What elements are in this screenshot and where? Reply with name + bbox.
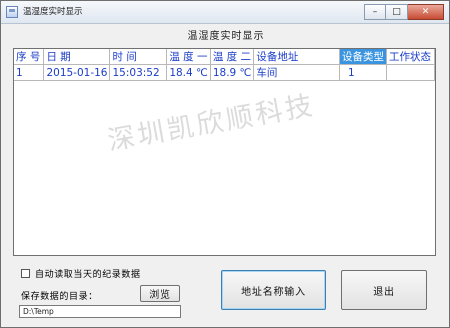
page-heading: 温湿度实时显示	[187, 31, 265, 42]
app-icon	[6, 6, 18, 18]
auto-read-option[interactable]: 自动读取当天的纪录数据	[21, 267, 141, 280]
auto-read-checkbox[interactable]	[21, 269, 30, 278]
close-button[interactable]: ✕	[408, 4, 444, 20]
cell-temp2: 18.9 ℃	[210, 64, 255, 81]
cell-device-type: 1	[339, 64, 387, 81]
auto-read-label: 自动读取当天的纪录数据	[35, 270, 141, 280]
maximize-button[interactable]: □	[386, 4, 408, 20]
title-bar[interactable]: 温湿度实时显示 – □ ✕	[1, 1, 449, 24]
exit-button[interactable]: 退出	[341, 270, 427, 310]
column-header-index[interactable]: 序 号	[14, 49, 45, 65]
data-table: 序 号 日 期 时 间 温 度 一 温 度 二 设备地址 设备类型 工作状态 1…	[14, 49, 435, 81]
data-grid[interactable]: 深圳凯欣顺科技 序 号 日 期 时 间 温 度 一 温 度 二 设备地址 设备类…	[13, 48, 436, 256]
column-header-temp1[interactable]: 温 度 一	[166, 49, 211, 65]
column-header-temp2[interactable]: 温 度 二	[210, 49, 255, 65]
app-window: 温湿度实时显示 – □ ✕ 温湿度实时显示 深圳凯欣顺科技 序 号 日 期 时 …	[0, 0, 450, 328]
cell-status	[386, 64, 435, 81]
column-header-time[interactable]: 时 间	[109, 49, 168, 65]
cell-temp1: 18.4 ℃	[166, 64, 211, 81]
watermark: 深圳凯欣顺科技	[105, 89, 318, 157]
column-header-date[interactable]: 日 期	[43, 49, 111, 65]
save-dir-label: 保存数据的目录：	[21, 292, 98, 302]
cell-time: 15:03:52	[109, 64, 168, 81]
column-header-device-type[interactable]: 设备类型	[339, 49, 387, 65]
cell-index: 1	[14, 64, 45, 81]
table-row[interactable]: 1 2015-01-16 15:03:52 18.4 ℃ 18.9 ℃ 车间 1	[14, 64, 435, 81]
cell-device-address: 车间	[253, 64, 340, 81]
caption-buttons: – □ ✕	[364, 4, 444, 20]
header-row: 序 号 日 期 时 间 温 度 一 温 度 二 设备地址 设备类型 工作状态	[14, 49, 435, 65]
column-header-device-address[interactable]: 设备地址	[253, 49, 340, 65]
window-title: 温湿度实时显示	[23, 7, 83, 17]
column-header-status[interactable]: 工作状态	[386, 49, 435, 65]
browse-button[interactable]: 浏览	[140, 285, 180, 302]
minimize-button[interactable]: –	[364, 4, 386, 20]
address-name-input-button[interactable]: 地址名称输入	[221, 270, 326, 310]
save-dir-input[interactable]	[19, 305, 181, 318]
cell-date: 2015-01-16	[43, 64, 111, 81]
